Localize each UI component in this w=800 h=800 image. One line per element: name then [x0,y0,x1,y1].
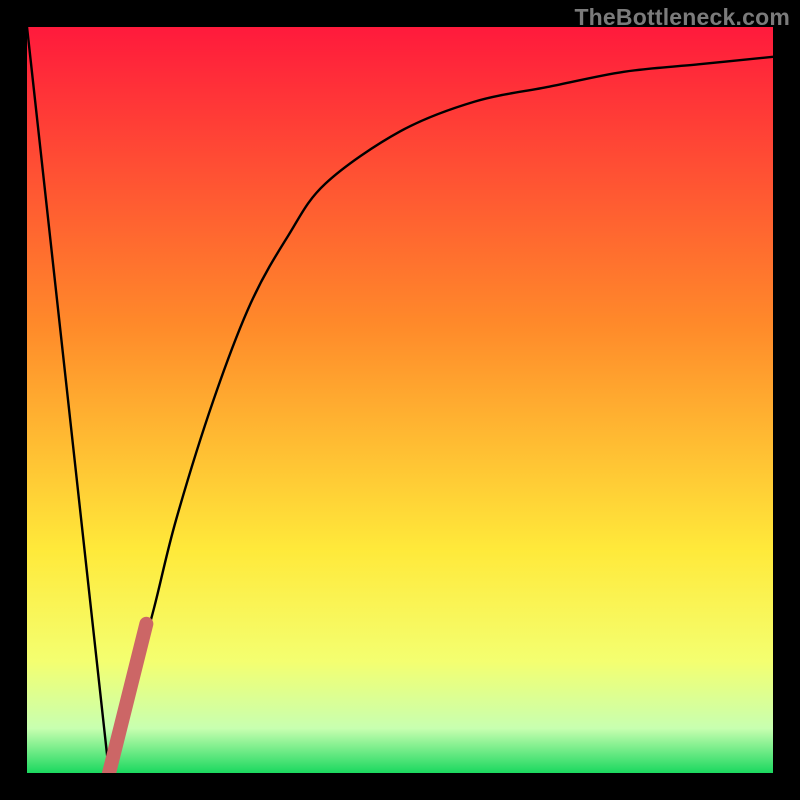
plot-svg [27,27,773,773]
plot-frame [27,27,773,773]
stage: TheBottleneck.com [0,0,800,800]
